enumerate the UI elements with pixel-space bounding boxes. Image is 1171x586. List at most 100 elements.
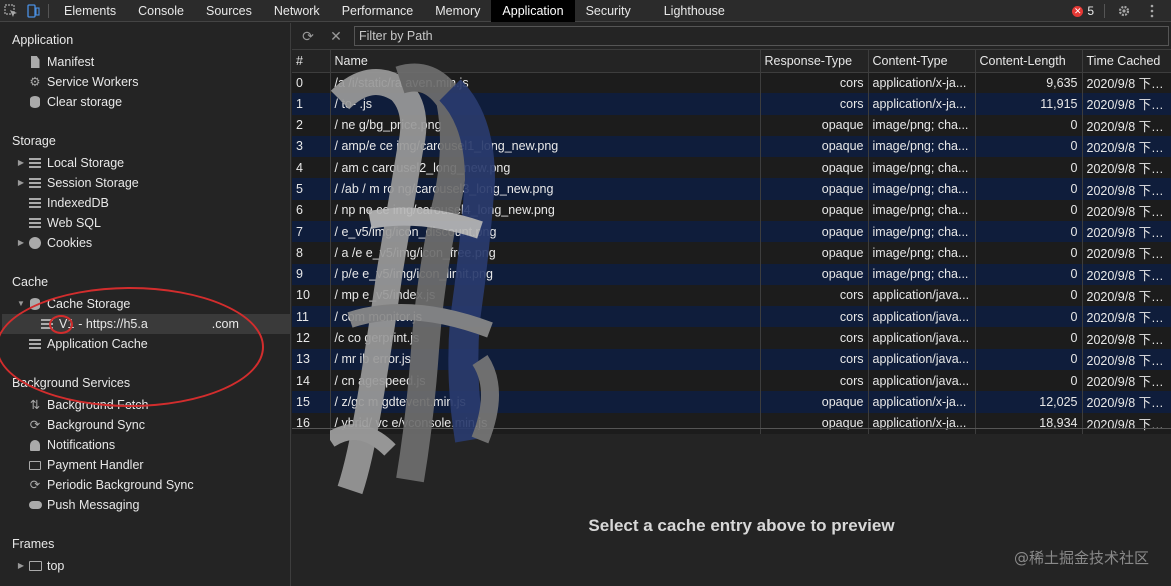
cell-response-type: opaque bbox=[760, 178, 869, 200]
table-row[interactable]: 14/ cn agespeed.js cors application/java..… bbox=[292, 369, 1171, 392]
tab-memory[interactable]: Memory bbox=[424, 0, 491, 22]
cell-content-length: 9,635 bbox=[975, 72, 1083, 94]
sidebar-item-push-messaging[interactable]: Push Messaging bbox=[28, 495, 139, 515]
sidebar-item-payment-handler[interactable]: Payment Handler bbox=[28, 455, 144, 475]
table-row[interactable]: 16/ ybrid/ vc e/vconsole.min.js opaque app… bbox=[292, 412, 1171, 434]
cache-entries-table: # Name Response-Type Content-Type Conten… bbox=[292, 50, 1171, 434]
sidebar-item-cookies[interactable]: ▶ Cookies bbox=[16, 233, 92, 253]
sidebar-item-periodic-background-sync[interactable]: ⟳ Periodic Background Sync bbox=[28, 475, 194, 495]
column-header-content-type[interactable]: Content-Type bbox=[868, 50, 976, 73]
cell-content-type: image/png; cha... bbox=[868, 157, 976, 179]
split-divider[interactable] bbox=[292, 428, 1171, 429]
table-row[interactable]: 15/ z/gc m gdtevent.min.js opaque applicat… bbox=[292, 391, 1171, 413]
sidebar-item-application-cache[interactable]: Application Cache bbox=[28, 334, 148, 354]
cell-content-type: application/x-ja... bbox=[868, 72, 976, 94]
more-options-icon[interactable] bbox=[1141, 0, 1163, 22]
cell-time-cached: 2020/9/8 下午1 bbox=[1082, 178, 1171, 200]
table-row[interactable]: 2/ ne g/bg_price.png opaque image/png; cha… bbox=[292, 114, 1171, 136]
column-header-response-type[interactable]: Response-Type bbox=[760, 50, 869, 73]
tab-lighthouse[interactable]: Lighthouse bbox=[642, 0, 736, 22]
cell-content-type: application/java... bbox=[868, 306, 976, 328]
filter-input[interactable] bbox=[354, 26, 1169, 46]
collapse-arrow-icon[interactable]: ▼ bbox=[16, 294, 26, 314]
cell-name: / np ne ce img/carousel4_long_new.png bbox=[330, 199, 761, 221]
sidebar-item-background-sync[interactable]: ⟳ Background Sync bbox=[28, 415, 145, 435]
cell-content-type: image/png; cha... bbox=[868, 199, 976, 221]
expand-arrow-icon[interactable]: ▶ bbox=[16, 233, 26, 253]
tab-network[interactable]: Network bbox=[263, 0, 331, 22]
sidebar-item-label: Cache Storage bbox=[47, 297, 131, 311]
table-row[interactable]: 0/a /i/static/ra aven.min.js cors applicat… bbox=[292, 72, 1171, 94]
column-header-content-length[interactable]: Content-Length bbox=[975, 50, 1083, 73]
table-row[interactable]: 3/ amp/e ce img/carousel1_long_new.png op… bbox=[292, 135, 1171, 158]
inspect-element-icon[interactable] bbox=[0, 0, 22, 22]
tab-elements[interactable]: Elements bbox=[53, 0, 127, 22]
cell-response-type: opaque bbox=[760, 157, 869, 179]
application-sidebar: Application Manifest ⚙ Service Workers C… bbox=[0, 23, 291, 586]
device-toolbar-icon[interactable] bbox=[22, 0, 44, 22]
sidebar-item-indexeddb[interactable]: IndexedDB bbox=[28, 193, 109, 213]
tab-application[interactable]: Application bbox=[491, 0, 575, 22]
table-row[interactable]: 12/c co gerprint.js cors application/java.… bbox=[292, 327, 1171, 349]
expand-arrow-icon[interactable]: ▶ bbox=[16, 173, 26, 193]
cell-content-length: 0 bbox=[975, 114, 1083, 136]
table-row[interactable]: 11/ com monitor.js cors application/java..… bbox=[292, 306, 1171, 328]
table-row[interactable]: 8/ a /e e_v5/img/icon_free.png opaque imag… bbox=[292, 242, 1171, 264]
sidebar-item-manifest[interactable]: Manifest bbox=[28, 52, 94, 72]
sidebar-item-clear-storage[interactable]: Clear storage bbox=[28, 92, 122, 112]
cell-content-length: 12,025 bbox=[975, 391, 1083, 413]
sidebar-item-notifications[interactable]: Notifications bbox=[28, 435, 115, 455]
column-header-time-cached[interactable]: Time Cached bbox=[1082, 50, 1171, 73]
devtools-window: Elements Console Sources Network Perform… bbox=[0, 0, 1171, 586]
gear-icon[interactable] bbox=[1113, 0, 1135, 22]
expand-arrow-icon[interactable]: ▶ bbox=[16, 556, 26, 576]
refresh-icon[interactable]: ⟳ bbox=[296, 24, 320, 48]
cell-response-type: opaque bbox=[760, 263, 869, 285]
expand-arrow-icon[interactable]: ▶ bbox=[16, 153, 26, 173]
sidebar-item-frame-top[interactable]: ▶ top bbox=[16, 556, 64, 576]
grid-icon bbox=[29, 198, 41, 208]
table-row[interactable]: 4/ am c carousel2_long_new.png opaque imag… bbox=[292, 157, 1171, 179]
tab-console[interactable]: Console bbox=[127, 0, 195, 22]
frame-icon bbox=[28, 561, 42, 571]
table-row[interactable]: 6/ np ne ce img/carousel4_long_new.png op… bbox=[292, 199, 1171, 221]
cell-response-type: cors bbox=[760, 348, 869, 370]
table-row[interactable]: 5/ /ab / m ro ng/carousel3_long_new.png o… bbox=[292, 178, 1171, 200]
sidebar-item-web-sql[interactable]: Web SQL bbox=[28, 213, 101, 233]
sidebar-item-cache-entry[interactable]: V1 - https://h5.a .com bbox=[2, 314, 290, 334]
table-row[interactable]: 7/ e_v5/img/icon_discount.png opaque image… bbox=[292, 220, 1171, 243]
close-icon[interactable]: ✕ bbox=[324, 24, 348, 48]
sidebar-item-service-workers[interactable]: ⚙ Service Workers bbox=[28, 72, 138, 92]
sidebar-item-cache-storage[interactable]: ▼ Cache Storage bbox=[16, 294, 130, 314]
cell-index: 9 bbox=[292, 263, 331, 285]
sidebar-item-background-fetch[interactable]: ⇅ Background Fetch bbox=[28, 395, 149, 415]
cell-time-cached: 2020/9/8 下午1 bbox=[1082, 348, 1171, 370]
cell-time-cached: 2020/9/8 下午1 bbox=[1082, 157, 1171, 179]
table-row[interactable]: 13/ mr ib error.js cors application/java..… bbox=[292, 348, 1171, 370]
cell-response-type: opaque bbox=[760, 199, 869, 221]
cell-response-type: cors bbox=[760, 327, 869, 349]
tab-performance[interactable]: Performance bbox=[331, 0, 425, 22]
sidebar-item-local-storage[interactable]: ▶ Local Storage bbox=[16, 153, 124, 173]
error-counter[interactable]: ✕ 5 bbox=[1072, 4, 1094, 18]
table-row[interactable]: 10/ mp e_v5/index.js cors application/java… bbox=[292, 284, 1171, 307]
table-row[interactable]: 9/ p/e e_v5/img/icon_limit.png opaque imag… bbox=[292, 263, 1171, 285]
bell-icon bbox=[30, 439, 40, 451]
cell-time-cached: 2020/9/8 下午1 bbox=[1082, 199, 1171, 221]
sidebar-item-label: Service Workers bbox=[47, 75, 139, 89]
cell-content-length: 18,934 bbox=[975, 412, 1083, 434]
table-row[interactable]: 1/ to- .js cors application/x-ja... 11,915 2… bbox=[292, 93, 1171, 115]
cell-name: /c co gerprint.js bbox=[330, 327, 761, 349]
column-header-index[interactable]: # bbox=[292, 50, 331, 73]
tab-sources[interactable]: Sources bbox=[195, 0, 263, 22]
cell-response-type: opaque bbox=[760, 135, 869, 158]
cell-index: 5 bbox=[292, 178, 331, 200]
column-header-name[interactable]: Name bbox=[330, 50, 761, 73]
sidebar-item-session-storage[interactable]: ▶ Session Storage bbox=[16, 173, 139, 193]
gear-icon: ⚙ bbox=[29, 75, 41, 89]
cell-response-type: opaque bbox=[760, 391, 869, 413]
cell-index: 6 bbox=[292, 199, 331, 221]
toolbar-right: ✕ 5 bbox=[1072, 0, 1171, 22]
tab-security[interactable]: Security bbox=[575, 0, 642, 22]
sidebar-item-label: Background Sync bbox=[47, 418, 145, 432]
